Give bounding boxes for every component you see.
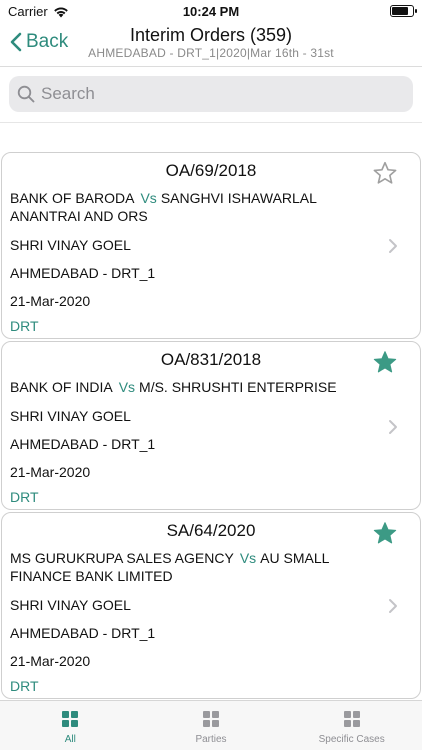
star-filled-icon[interactable]: [372, 349, 398, 375]
page-title: Interim Orders (359): [129, 25, 293, 45]
presiding-officer: SHRI VINAY GOEL: [10, 408, 131, 424]
navigation-bar: Back Interim Orders (359) AHMEDABAD - DR…: [0, 22, 422, 66]
grid-icon: [203, 711, 219, 727]
case-card[interactable]: OA/69/2018 BANK OF BARODA Vs SANGHVI ISHAW…: [1, 152, 421, 339]
tab-label: Parties: [195, 734, 227, 745]
case-number: OA/69/2018: [165, 161, 257, 180]
tab-label: Specific Cases: [318, 734, 385, 745]
bench-name: AHMEDABAD - DRT_1: [10, 265, 156, 281]
chevron-right-icon: [389, 420, 397, 434]
tab-all[interactable]: All: [0, 701, 141, 750]
case-parties: BANK OF BARODA Vs SANGHVI ISHAWARLAL ANANT…: [10, 189, 370, 225]
grid-icon: [343, 711, 360, 727]
search-input[interactable]: Search: [9, 76, 413, 112]
tab-specific-cases[interactable]: Specific Cases: [281, 701, 422, 750]
petitioner: MS GURUKRUPA SALES AGENCY: [10, 550, 234, 566]
nav-divider: [0, 66, 422, 67]
tribunal-tag: DRT: [10, 489, 39, 505]
tab-parties[interactable]: Parties: [141, 701, 282, 750]
chevron-right-icon: [389, 239, 397, 253]
case-number: SA/64/2020: [166, 521, 256, 540]
petitioner: BANK OF INDIA: [10, 379, 113, 395]
presiding-officer: SHRI VINAY GOEL: [10, 597, 131, 613]
case-parties: MS GURUKRUPA SALES AGENCY Vs AU SMALL FINA…: [10, 549, 370, 585]
grid-icon: [62, 711, 79, 727]
presiding-officer: SHRI VINAY GOEL: [10, 237, 131, 253]
search-icon: [17, 85, 35, 103]
case-number: OA/831/2018: [160, 350, 262, 369]
order-date: 21-Mar-2020: [10, 653, 91, 669]
petitioner: BANK OF BARODA: [10, 190, 135, 206]
order-date: 21-Mar-2020: [10, 293, 91, 309]
tab-bar: All Parties Specific Cases: [0, 700, 422, 750]
star-outline-icon[interactable]: [372, 160, 398, 186]
search-divider: [0, 122, 422, 123]
order-date: 21-Mar-2020: [10, 464, 91, 480]
page-subtitle: AHMEDABAD - DRT_1|2020|Mar 16th - 31st: [88, 46, 334, 60]
case-card[interactable]: OA/831/2018 BANK OF INDIA Vs M/S. SHRUSHTI…: [1, 341, 421, 510]
status-bar: Carrier 10:24 PM: [0, 0, 422, 22]
tribunal-tag: DRT: [10, 318, 39, 334]
case-card[interactable]: SA/64/2020 MS GURUKRUPA SALES AGENCY Vs AU…: [1, 512, 421, 699]
tab-label: All: [64, 734, 76, 745]
bench-name: AHMEDABAD - DRT_1: [10, 625, 156, 641]
vs-label: Vs: [140, 190, 157, 206]
vs-label: Vs: [118, 379, 136, 395]
respondent: M/S. SHRUSHTI ENTERPRISE: [139, 379, 337, 395]
search-placeholder: Search: [41, 84, 95, 103]
battery-icon: [390, 5, 417, 17]
status-time: 10:24 PM: [182, 4, 240, 19]
vs-label: Vs: [239, 550, 257, 566]
chevron-right-icon: [389, 599, 397, 613]
tribunal-tag: DRT: [10, 678, 39, 694]
star-filled-icon[interactable]: [372, 520, 398, 546]
case-parties: BANK OF INDIA Vs M/S. SHRUSHTI ENTERPRISE: [10, 378, 370, 396]
bench-name: AHMEDABAD - DRT_1: [10, 436, 156, 452]
